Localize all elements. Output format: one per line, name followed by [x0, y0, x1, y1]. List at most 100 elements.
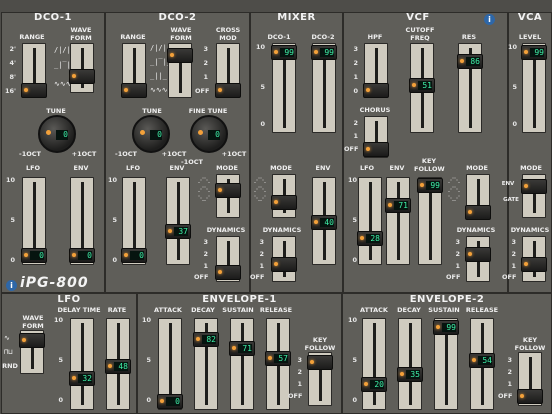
vcf-dynamics-slider[interactable] [465, 236, 491, 282]
led-icon [360, 236, 364, 240]
vca-dynamics-knob[interactable] [521, 257, 547, 272]
dco2-crossmod-knob[interactable] [215, 83, 241, 98]
dco2-waveform-knob[interactable] [167, 48, 193, 63]
mixer-dco1-knob[interactable]: 99 [271, 45, 297, 60]
env2-decay-slider[interactable]: 35 [397, 318, 423, 410]
lfo-waveform-knob[interactable] [19, 333, 45, 348]
vca-mode-slider[interactable] [521, 174, 547, 218]
env2-sustain-slider[interactable]: 99 [433, 318, 459, 410]
led-icon [124, 253, 128, 257]
info-icon[interactable]: i [484, 14, 495, 25]
dco1-env-knob[interactable]: 0 [69, 248, 95, 263]
vca-mode-knob[interactable] [521, 179, 547, 194]
env2-keyfollow-knob[interactable] [517, 389, 543, 404]
vcf-env-slider[interactable]: 71 [385, 177, 411, 265]
dco2-finetune-display: 0 [208, 130, 220, 140]
dco2-mode-slider[interactable] [215, 174, 241, 218]
env2-attack-knob[interactable]: 20 [361, 377, 387, 392]
lfo-delay-slider[interactable]: 32 [69, 318, 95, 410]
vcf-hpf-knob[interactable] [363, 83, 389, 98]
vcf-chorus-slider[interactable] [363, 116, 389, 158]
vca-dynamics-slider[interactable] [521, 236, 547, 282]
dco2-crossmod-slider[interactable] [215, 43, 241, 98]
env1-keyfollow-knob[interactable] [307, 355, 333, 370]
dco1-env-slider[interactable]: 0 [69, 177, 95, 265]
env1-release-knob[interactable]: 57 [265, 351, 291, 366]
dco1-tune-dial[interactable]: 0 [38, 115, 76, 153]
dco1-range-knob[interactable] [21, 83, 47, 98]
mixer-env-knob[interactable]: 40 [311, 215, 337, 230]
env1-sustain-slider[interactable]: 71 [229, 318, 255, 410]
vcf-keyfollow-slider[interactable]: 99 [417, 177, 443, 265]
env1-release-slider[interactable]: 57 [265, 318, 291, 410]
saw-wave-icon: /|/| [54, 46, 71, 54]
vcf-env-knob[interactable]: 71 [385, 198, 411, 213]
dco1-range-slider[interactable] [21, 43, 47, 98]
vcf-env-display: 71 [394, 201, 408, 210]
vcf-dynamics-knob[interactable] [465, 247, 491, 262]
dco2-dynamics-slider[interactable] [215, 236, 241, 282]
dco1-lfo-knob[interactable]: 0 [21, 248, 47, 263]
dco2-lfo-knob[interactable]: 0 [121, 248, 147, 263]
env1-kf-scale-off: OFF [288, 392, 303, 400]
env2-kf-scale-2: 2 [507, 368, 512, 376]
vcf-res-display: 86 [466, 57, 480, 66]
vcf-lfo-knob[interactable]: 28 [357, 231, 383, 246]
dco2-env-slider[interactable]: 37 [165, 177, 191, 265]
dco2-tune-dial[interactable]: 0 [132, 115, 170, 153]
vcf-hpf-slider[interactable] [363, 43, 389, 98]
dco2-waveform-label: WAVE FORM [170, 26, 192, 42]
lfo-waveform-slider[interactable] [19, 330, 45, 374]
dco1-range-scale-0: 2' [9, 45, 16, 53]
dco2-env-knob[interactable]: 37 [165, 224, 191, 239]
env2-attack-slider[interactable]: 20 [361, 318, 387, 410]
vcf-chorus-knob[interactable] [363, 142, 389, 157]
mixer-dynamics-knob[interactable] [271, 257, 297, 272]
dco2-range-knob[interactable] [121, 83, 147, 98]
lfo-rate-slider[interactable]: 48 [105, 318, 131, 410]
led-icon [274, 262, 278, 266]
vcf-lfo-slider[interactable]: 28 [357, 177, 383, 265]
env2-release-slider[interactable]: 54 [469, 318, 495, 410]
dco1-waveform-knob[interactable] [69, 69, 95, 84]
vcf-mode-knob[interactable] [465, 205, 491, 220]
vcf-mode-slider[interactable] [465, 174, 491, 220]
mixer-dco2-knob[interactable]: 99 [311, 45, 337, 60]
mixer-dco1-slider[interactable]: 99 [271, 43, 297, 133]
dco2-mode-knob[interactable] [215, 183, 241, 198]
info-icon[interactable]: i [6, 280, 17, 291]
mixer-mode-slider[interactable] [271, 174, 297, 218]
env2-sustain-knob[interactable]: 99 [433, 320, 459, 335]
dco2-waveform-slider[interactable] [167, 43, 193, 98]
lfo-delay-knob[interactable]: 32 [69, 371, 95, 386]
dco2-dynamics-knob[interactable] [215, 265, 241, 280]
dco2-lfo-slider[interactable]: 0 [121, 177, 147, 265]
env1-attack-slider[interactable]: 0 [157, 318, 183, 410]
env1-decay-knob[interactable]: 82 [193, 332, 219, 347]
mixer-dco2-slider[interactable]: 99 [311, 43, 337, 133]
vca-level-slider[interactable]: 99 [521, 43, 547, 133]
mixer-env-slider[interactable]: 40 [311, 177, 337, 265]
mixer-mode-knob[interactable] [271, 195, 297, 210]
vcf-hpf-scale-2: 2 [353, 59, 358, 67]
vcf-res-slider[interactable]: 86 [457, 43, 483, 133]
env1-sustain-knob[interactable]: 71 [229, 341, 255, 356]
dco1-waveform-slider[interactable] [69, 43, 95, 93]
env2-release-knob[interactable]: 54 [469, 353, 495, 368]
env1-attack-knob[interactable]: 0 [157, 394, 183, 409]
dco1-lfo-slider[interactable]: 0 [21, 177, 47, 265]
vcf-cutoff-knob[interactable]: 51 [409, 78, 435, 93]
vcf-keyfollow-knob[interactable]: 99 [417, 178, 443, 193]
lfo-rate-knob[interactable]: 48 [105, 359, 131, 374]
vcf-cutoff-slider[interactable]: 51 [409, 43, 435, 133]
env1-keyfollow-slider[interactable] [307, 352, 333, 406]
dco1-range-scale-2: 8' [9, 73, 16, 81]
env1-decay-slider[interactable]: 82 [193, 318, 219, 410]
mixer-dynamics-slider[interactable] [271, 236, 297, 282]
vca-level-knob[interactable]: 99 [521, 45, 547, 60]
dco2-range-slider[interactable] [121, 43, 147, 98]
vcf-res-knob[interactable]: 86 [457, 54, 483, 69]
env2-keyfollow-slider[interactable] [517, 352, 543, 406]
dco2-finetune-dial[interactable]: 0 [190, 115, 228, 153]
env2-decay-knob[interactable]: 35 [397, 367, 423, 382]
